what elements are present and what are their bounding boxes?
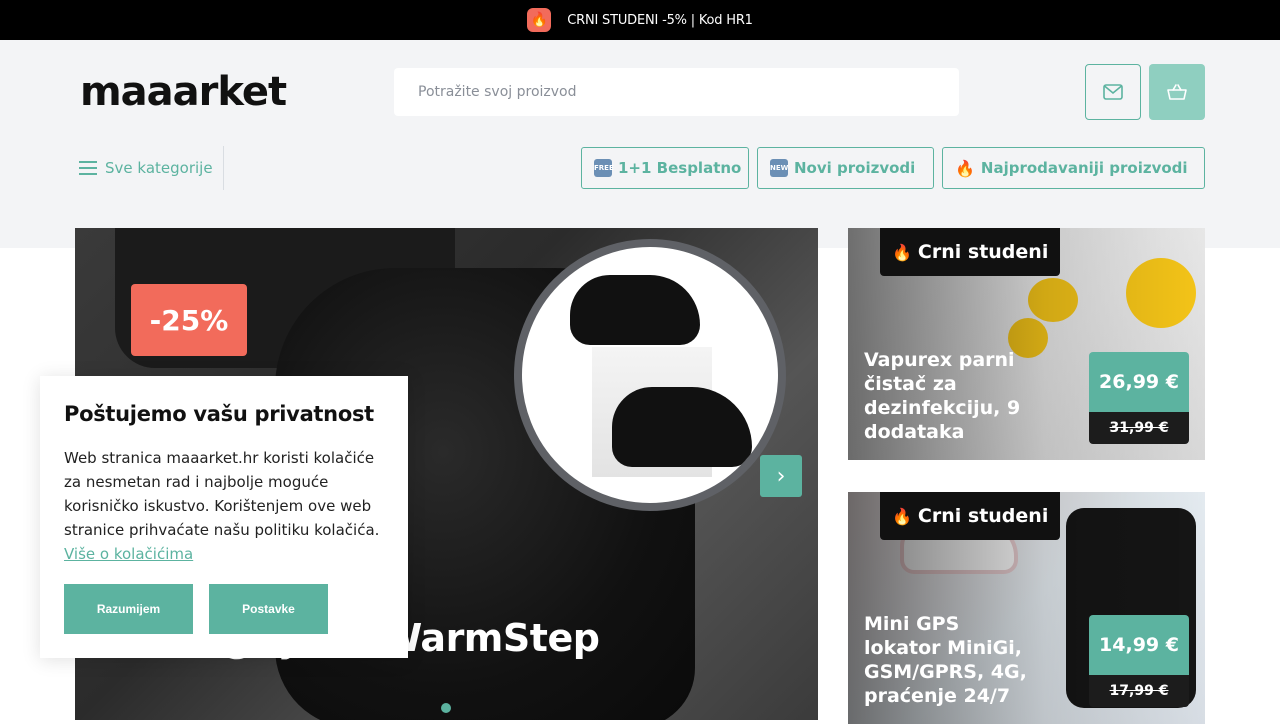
product-card[interactable]: 🔥 Crni studeni Mini GPS lokator MiniGi, … [848,492,1205,724]
product-name: Vapurex parni čistač za dezinfekciju, 9 … [864,349,1021,443]
product-price: 14,99 € [1089,615,1189,675]
site-logo[interactable]: maaarket [80,72,287,112]
product-price: 26,99 € [1089,352,1189,412]
fire-icon: 🔥 [527,8,552,32]
fire-icon: 🔥 [892,242,912,262]
product-card[interactable]: 🔥 Crni studeni Vapurex parni čistač za d… [848,228,1205,460]
cookie-settings-button[interactable]: Postavke [209,584,328,634]
free-badge-icon: FREE [594,159,614,177]
nav-bestsellers-label: Najprodavaniji proizvodi [980,159,1188,177]
menu-icon [79,161,97,175]
basket-icon [1167,84,1187,100]
promo-bar: 🔥 CRNI STUDENI -5% | Kod HR1 [0,0,1280,40]
nav-free-offer-label: 1+1 Besplatno [618,159,742,177]
fire-icon: 🔥 [892,506,912,526]
accept-cookies-button[interactable]: Razumijem [64,584,193,634]
nav-new-products-label: Novi proizvodi [794,159,916,177]
all-categories-label: Sve kategorije [105,159,213,177]
new-badge-icon: NEW [770,159,788,177]
nav-free-offer[interactable]: FREE 1+1 Besplatno [581,147,749,189]
discount-badge: -25% [131,284,247,356]
product-name: Mini GPS lokator MiniGi, GSM/GPRS, 4G, p… [864,613,1027,707]
cookie-policy-link[interactable]: Više o kolačićima [64,545,193,563]
cart-button[interactable] [1149,64,1205,120]
all-categories-button[interactable]: Sve kategorije [79,146,224,190]
promo-tag: 🔥 Crni studeni [880,492,1061,540]
nav-new-products[interactable]: NEW Novi proizvodi [757,147,934,189]
slider-next-button[interactable]: › [760,455,802,497]
product-old-price: 17,99 € [1089,675,1189,707]
mail-icon [1103,84,1123,100]
fire-icon: 🔥 [955,158,975,178]
chevron-right-icon: › [776,463,786,489]
cookie-text: Web stranica maaarket.hr koristi kolačić… [64,449,380,563]
contact-button[interactable] [1085,64,1141,120]
slider-dot[interactable] [441,703,451,713]
slider-dots [441,703,451,713]
cookie-title: Poštujemo vašu privatnost [64,402,374,426]
product-thumbnail [514,239,786,511]
promo-text: CRNI STUDENI -5% | Kod HR1 [567,12,753,28]
nav-bestsellers[interactable]: 🔥 Najprodavaniji proizvodi [942,147,1205,189]
promo-tag: 🔥 Crni studeni [880,228,1061,276]
cookie-banner: Poštujemo vašu privatnost Web stranica m… [40,376,408,658]
product-old-price: 31,99 € [1089,412,1189,444]
search-input[interactable] [394,68,959,116]
